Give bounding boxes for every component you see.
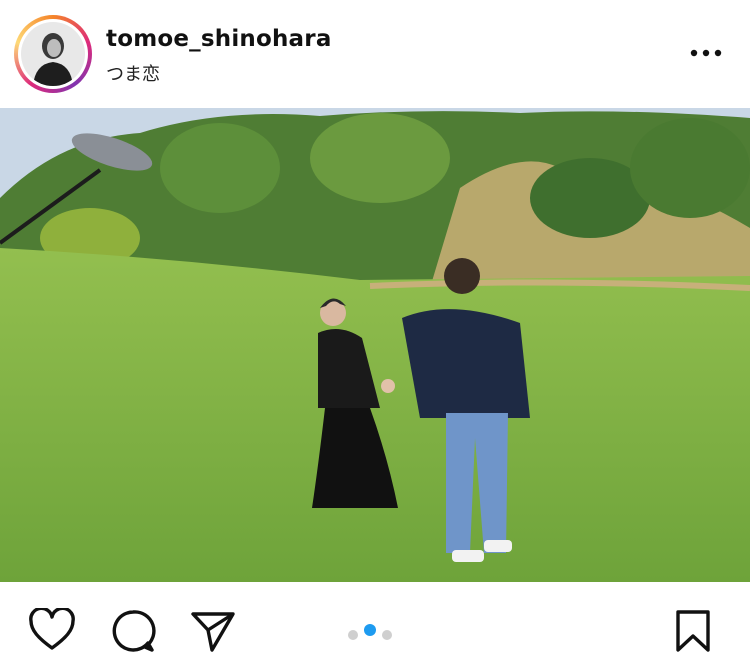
more-options-icon[interactable] — [688, 40, 724, 66]
carousel-indicator — [348, 624, 398, 640]
avatar-image — [18, 19, 88, 89]
post-photo[interactable] — [0, 108, 750, 582]
bookmark-icon[interactable] — [674, 608, 712, 658]
comment-icon[interactable] — [110, 608, 156, 658]
heart-icon[interactable] — [28, 606, 76, 656]
send-icon[interactable] — [190, 608, 236, 658]
username[interactable]: tomoe_shinohara — [106, 26, 332, 52]
carousel-dot[interactable] — [348, 630, 358, 640]
location-tag[interactable]: つま恋 — [106, 60, 160, 86]
post-header: tomoe_shinohara つま恋 — [0, 0, 750, 108]
carousel-dot-active[interactable] — [364, 624, 376, 636]
carousel-dot[interactable] — [382, 630, 392, 640]
profile-avatar[interactable] — [14, 15, 92, 93]
